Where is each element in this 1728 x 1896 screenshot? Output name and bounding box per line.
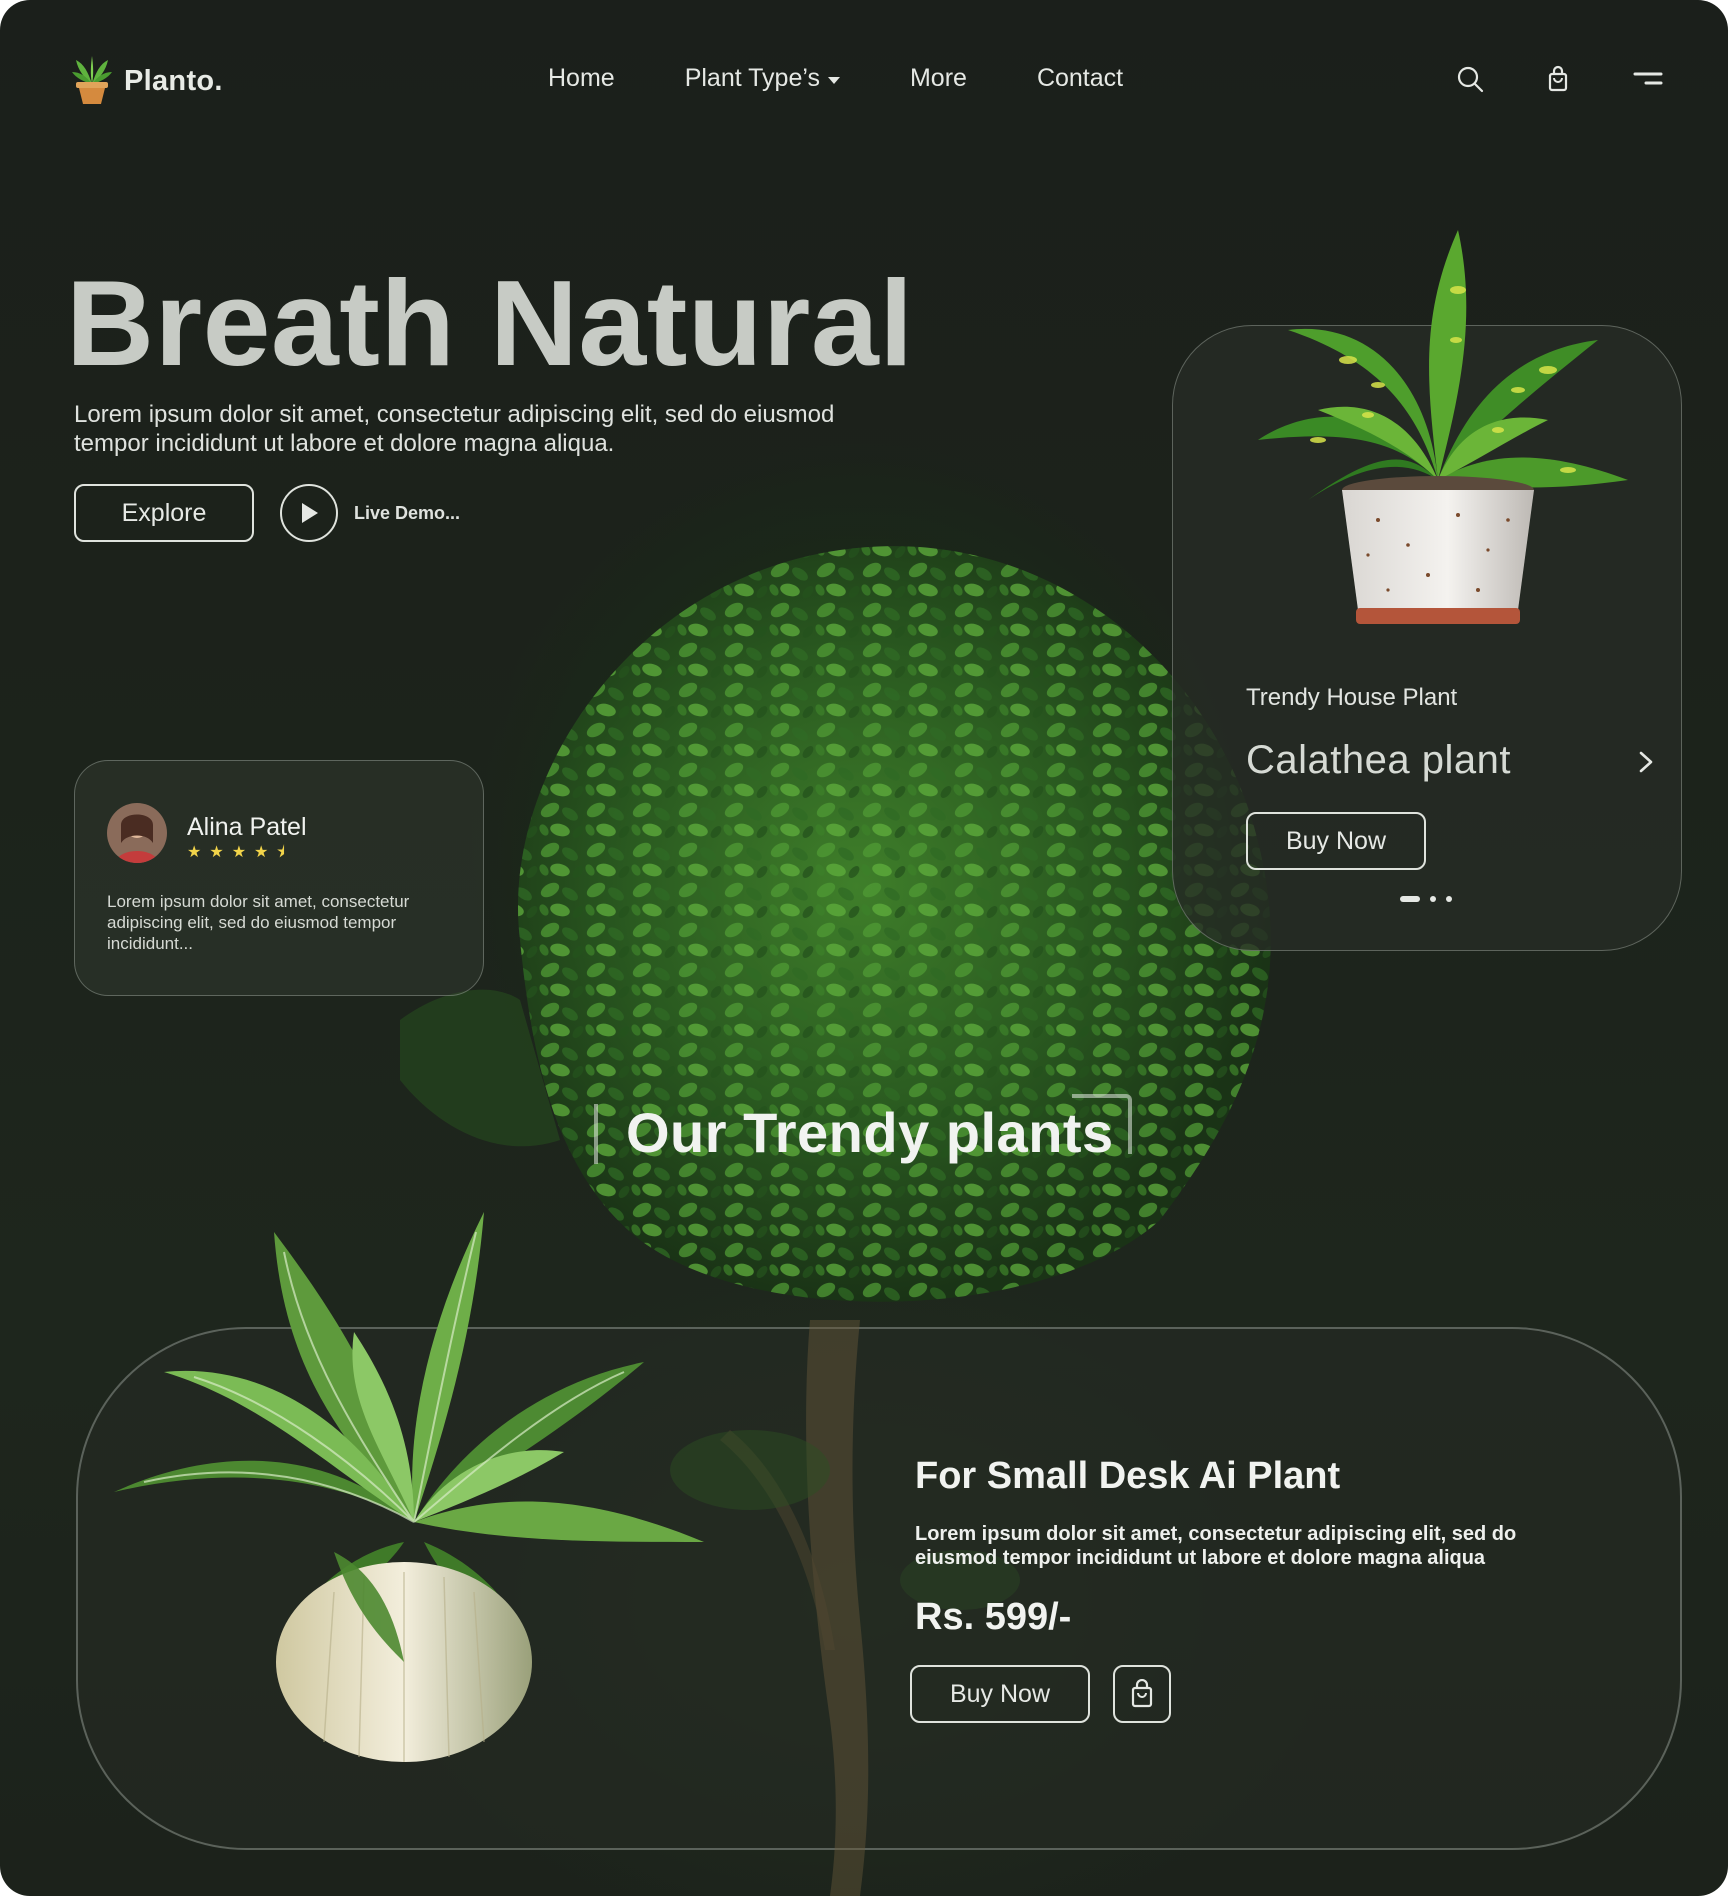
main-menu: Home Plant Type’s More Contact — [548, 64, 1123, 93]
nav-home[interactable]: Home — [548, 64, 615, 93]
top-nav: Planto. Home Plant Type’s More Contact — [0, 0, 1728, 160]
shopping-bag-icon[interactable] — [1543, 64, 1573, 94]
hero-description: Lorem ipsum dolor sit amet, consectetur … — [74, 401, 835, 457]
product-price: Rs. 599/- — [915, 1596, 1072, 1638]
carousel-dot[interactable] — [1446, 896, 1452, 902]
chevron-right-icon[interactable] — [1634, 748, 1658, 776]
product-buy-now-button[interactable]: Buy Now — [910, 1665, 1090, 1723]
nav-plant-types-dropdown[interactable]: Plant Type’s — [685, 64, 840, 93]
reviewer-name: Alina Patel — [187, 813, 307, 841]
live-demo-link[interactable]: Live Demo... — [280, 484, 460, 542]
nav-actions — [1455, 64, 1663, 94]
nav-contact[interactable]: Contact — [1037, 64, 1123, 93]
title-bracket-right — [1072, 1094, 1132, 1154]
star-rating: ★★★★⯨ — [187, 844, 293, 861]
nav-plant-types-label: Plant Type’s — [684, 64, 820, 92]
caret-down-icon — [827, 77, 840, 84]
featured-buy-now-button[interactable]: Buy Now — [1246, 812, 1426, 870]
page-frame: Planto. Home Plant Type’s More Contact B… — [0, 0, 1728, 1896]
avatar — [107, 803, 167, 863]
menu-icon[interactable] — [1631, 64, 1663, 94]
product-description: Lorem ipsum dolor sit amet, consectetur … — [915, 1523, 1517, 1569]
plant-pot-logo-icon — [72, 56, 112, 104]
brand-logo[interactable]: Planto. — [70, 56, 223, 106]
search-icon[interactable] — [1455, 64, 1485, 94]
add-to-cart-button[interactable] — [1113, 1665, 1171, 1723]
shopping-bag-icon — [1131, 1679, 1153, 1708]
carousel-dot-active[interactable] — [1400, 896, 1420, 902]
play-button[interactable] — [280, 484, 338, 542]
hero-title: Breath Natural — [66, 255, 914, 391]
nav-more-label: More — [909, 64, 967, 92]
desk-plant-image — [114, 1212, 704, 1762]
carousel-dots — [1400, 896, 1452, 902]
featured-subtitle: Trendy House Plant — [1246, 684, 1458, 711]
featured-plant-name: Calathea plant — [1246, 738, 1511, 782]
review-text: Lorem ipsum dolor sit amet, consectetur … — [107, 892, 410, 953]
nav-contact-label: Contact — [1036, 64, 1124, 92]
brand-name: Planto. — [124, 64, 223, 97]
section-title: Our Trendy plants — [626, 1101, 1114, 1164]
live-demo-label: Live Demo... — [354, 502, 461, 523]
review-card: Alina Patel ★★★★⯨ Lorem ipsum dolor sit … — [74, 760, 484, 996]
nav-more[interactable]: More — [910, 64, 967, 93]
product-title: For Small Desk Ai Plant — [915, 1455, 1341, 1497]
carousel-dot[interactable] — [1430, 896, 1436, 902]
nav-home-label: Home — [548, 64, 615, 92]
title-bracket-left — [594, 1104, 604, 1164]
calathea-plant-image — [1258, 230, 1628, 624]
play-icon — [302, 503, 318, 523]
explore-button[interactable]: Explore — [74, 484, 254, 542]
